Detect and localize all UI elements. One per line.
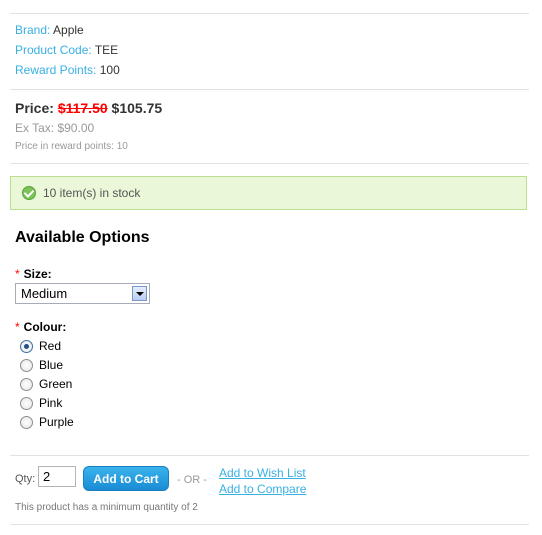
product-code-row: Product Code: TEE <box>15 40 118 60</box>
size-label-text: Size: <box>23 267 52 281</box>
divider-top <box>10 13 529 14</box>
colour-label-text: Colour: <box>23 320 67 334</box>
price-new: $105.75 <box>111 100 163 116</box>
brand-row: Brand: Apple <box>15 20 84 40</box>
reward-points-value: 100 <box>99 63 120 77</box>
brand-value[interactable]: Apple <box>53 23 84 37</box>
qty-label: Qty: <box>15 473 36 485</box>
product-code-label: Product Code: <box>15 43 92 57</box>
reward-price: Price in reward points: 10 <box>15 141 128 152</box>
minimum-quantity-note: This product has a minimum quantity of 2 <box>15 502 198 513</box>
available-options-title: Available Options <box>15 229 150 246</box>
radio-icon[interactable] <box>20 415 33 429</box>
stock-status: 10 item(s) in stock <box>10 176 527 210</box>
product-code-value: TEE <box>94 43 119 57</box>
size-label: * Size: <box>15 267 52 281</box>
price-old: $117.50 <box>57 100 108 116</box>
radio-icon[interactable] <box>20 396 33 410</box>
price-label: Price: <box>15 100 54 116</box>
colour-option-label: Pink <box>39 396 63 410</box>
stock-text: 10 item(s) in stock <box>43 186 141 200</box>
brand-label[interactable]: Brand: <box>15 23 50 37</box>
add-to-wish-list-link[interactable]: Add to Wish List <box>219 466 306 480</box>
qty-input[interactable] <box>38 466 76 487</box>
ex-tax: Ex Tax: $90.00 <box>15 121 95 135</box>
colour-option-blue[interactable]: Blue <box>20 358 63 372</box>
colour-option-label: Purple <box>39 415 74 429</box>
radio-icon[interactable] <box>20 358 33 372</box>
size-select-value: Medium <box>21 286 68 301</box>
check-circle-icon <box>22 186 36 200</box>
divider-options <box>10 455 529 456</box>
colour-option-purple[interactable]: Purple <box>20 415 74 429</box>
reward-points-row: Reward Points: 100 <box>15 60 120 80</box>
colour-option-pink[interactable]: Pink <box>20 396 62 410</box>
divider-bottom <box>10 524 529 525</box>
colour-option-label: Red <box>39 339 62 353</box>
radio-selected-icon[interactable] <box>20 339 33 353</box>
size-select[interactable]: Medium <box>15 283 150 304</box>
chevron-down-icon[interactable] <box>132 286 147 301</box>
required-mark: * <box>15 267 20 281</box>
required-mark: * <box>15 320 20 334</box>
divider-price <box>10 163 529 164</box>
add-to-cart-button[interactable]: Add to Cart <box>83 466 169 491</box>
price-line: Price: $117.50 $105.75 <box>15 100 162 116</box>
divider-info <box>10 89 529 90</box>
add-to-compare-link[interactable]: Add to Compare <box>219 482 306 496</box>
colour-option-label: Green <box>39 377 73 391</box>
colour-option-green[interactable]: Green <box>20 377 72 391</box>
radio-icon[interactable] <box>20 377 33 391</box>
reward-points-label: Reward Points: <box>15 63 97 77</box>
colour-label: * Colour: <box>15 320 66 334</box>
or-separator: - OR - <box>177 474 207 486</box>
colour-option-red[interactable]: Red <box>20 339 61 353</box>
colour-option-label: Blue <box>39 358 64 372</box>
